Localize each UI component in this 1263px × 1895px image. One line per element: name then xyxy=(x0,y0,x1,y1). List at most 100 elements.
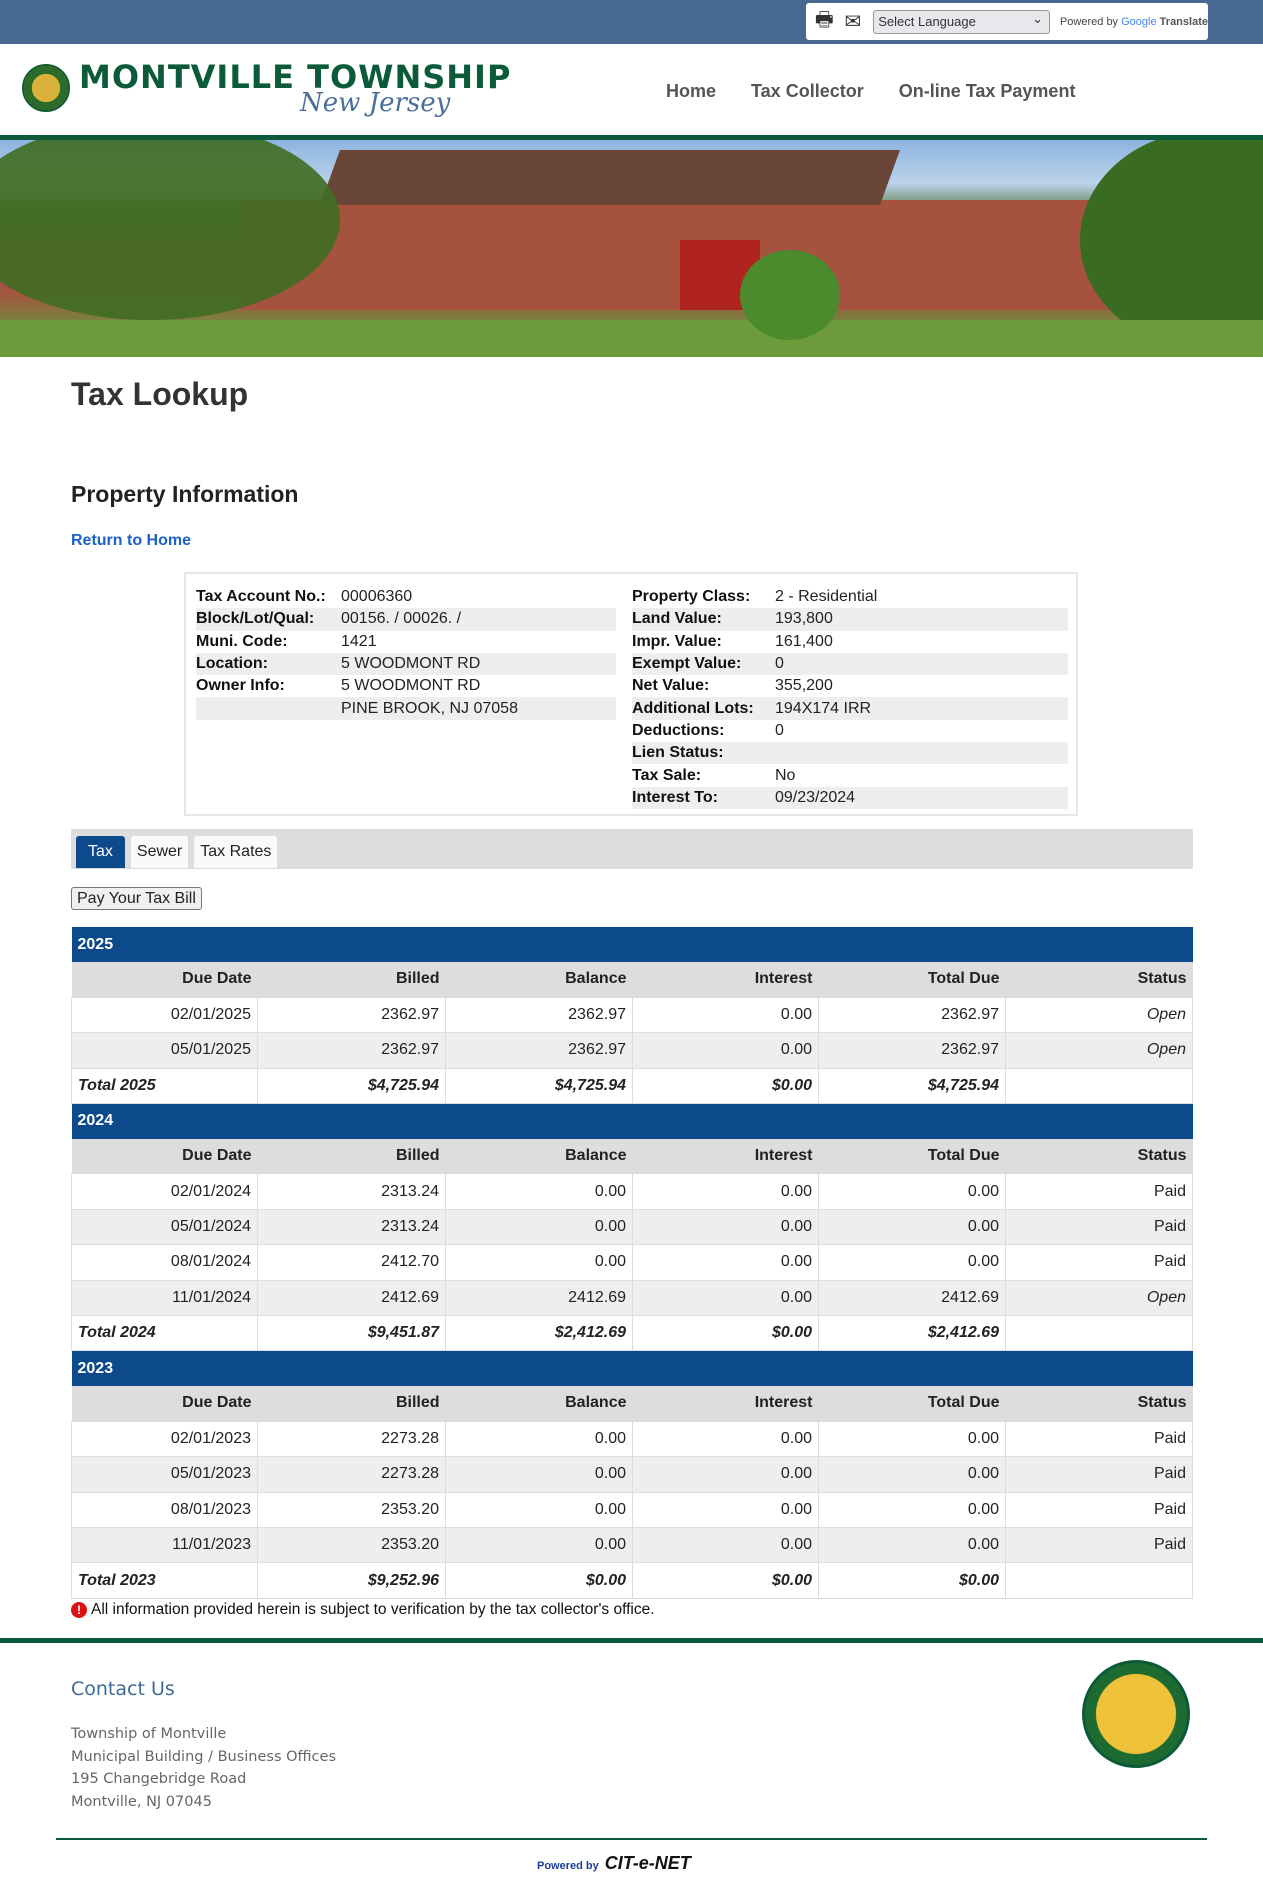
interest-cell: 0.00 xyxy=(632,1279,819,1317)
property-value: 1421 xyxy=(341,632,377,650)
total-cell: Total 2024 xyxy=(71,1315,258,1352)
total-cell: $0.00 xyxy=(445,1562,633,1599)
status-cell: Paid xyxy=(1005,1456,1193,1493)
status-cell: Paid xyxy=(1005,1420,1193,1458)
interest-cell: 0.00 xyxy=(632,1420,819,1458)
total-due-cell: 0.00 xyxy=(818,1173,1006,1210)
email-icon[interactable]: ✉ xyxy=(841,10,866,34)
citenet-logo: CIT-e-NET xyxy=(604,1853,691,1873)
total-due-cell: 0.00 xyxy=(818,1244,1006,1281)
total-cell xyxy=(1005,1315,1193,1352)
billed-cell: 2273.28 xyxy=(257,1420,446,1458)
interest-cell: 0.00 xyxy=(632,1244,819,1281)
property-label: Property Class: xyxy=(632,588,751,606)
return-to-home-link[interactable]: Return to Home xyxy=(71,532,191,550)
column-header: Balance xyxy=(445,1385,633,1422)
property-label: Interest To: xyxy=(632,788,718,806)
installment-row: 08/01/2023 2353.20 0.00 0.00 0.00 Paid xyxy=(71,1491,1193,1528)
powered-by-citenet[interactable]: Powered by CIT-e-NET xyxy=(537,1853,691,1874)
total-cell: $4,725.94 xyxy=(445,1067,633,1105)
billed-cell: 2273.28 xyxy=(257,1456,446,1493)
footer-rule xyxy=(56,1838,1207,1840)
township-seal-logo[interactable] xyxy=(22,64,70,112)
status-cell: Paid xyxy=(1005,1244,1193,1281)
property-value: No xyxy=(775,766,796,784)
due-date-cell: 08/01/2023 xyxy=(71,1491,258,1528)
interest-cell: 0.00 xyxy=(632,1526,819,1564)
disclaimer-text: All information provided herein is subje… xyxy=(91,1601,655,1618)
column-header: Status xyxy=(1005,1138,1193,1174)
billed-cell: 2353.20 xyxy=(257,1526,446,1564)
alert-icon: ! xyxy=(71,1602,87,1618)
total-cell: $0.00 xyxy=(632,1067,819,1105)
property-left-column: Tax Account No.: 00006360 Block/Lot/Qual: 0… xyxy=(196,586,616,720)
column-header: Billed xyxy=(257,1385,446,1422)
property-row: Owner Info: 5 WOODMONT RD xyxy=(196,675,616,697)
due-date-cell: 02/01/2024 xyxy=(71,1173,258,1210)
address-line: Municipal Building / Business Offices xyxy=(71,1748,337,1765)
property-row: Tax Account No.: 00006360 xyxy=(196,586,616,608)
status-cell: Paid xyxy=(1005,1526,1193,1564)
total-cell xyxy=(1005,1067,1193,1105)
main-nav: Home Tax Collector On-line Tax Payment xyxy=(666,81,1075,102)
column-header: Balance xyxy=(445,962,633,998)
installment-row: 05/01/2025 2362.97 2362.97 0.00 2362.97 Open xyxy=(71,1032,1193,1069)
pay-tax-bill-button[interactable]: Pay Your Tax Bill xyxy=(71,887,202,910)
property-right-column: Property Class: 2 - Residential Land Value… xyxy=(632,586,1068,809)
balance-cell: 0.00 xyxy=(445,1208,633,1246)
total-due-cell: 0.00 xyxy=(818,1526,1006,1564)
year-label: 2024 xyxy=(71,1103,1193,1139)
billed-cell: 2353.20 xyxy=(257,1491,446,1528)
total-cell: $0.00 xyxy=(632,1315,819,1352)
property-value: 09/23/2024 xyxy=(775,788,856,806)
property-value: 00006360 xyxy=(341,588,413,606)
property-row: Exempt Value: 0 xyxy=(632,652,1068,676)
column-header: Status xyxy=(1005,962,1193,998)
balance-cell: 2362.97 xyxy=(445,996,633,1034)
nav-online-tax-payment[interactable]: On-line Tax Payment xyxy=(899,81,1076,102)
property-label: Net Value: xyxy=(632,677,710,695)
print-icon[interactable]: 🖶 xyxy=(812,9,837,34)
property-label: Land Value: xyxy=(632,610,722,628)
google-logo: Google xyxy=(1121,15,1157,28)
balance-cell: 0.00 xyxy=(445,1244,633,1281)
year-label: 2025 xyxy=(71,927,1193,962)
property-info-box: Tax Account No.: 00006360 Block/Lot/Qual: 0… xyxy=(184,572,1078,816)
property-value: 2 - Residential xyxy=(775,588,878,606)
property-value: 0 xyxy=(775,655,784,673)
property-label: Lien Status: xyxy=(632,744,724,762)
building-roof xyxy=(319,150,901,205)
installment-row: 05/01/2023 2273.28 0.00 0.00 0.00 Paid xyxy=(71,1456,1193,1493)
balance-cell: 0.00 xyxy=(445,1491,633,1528)
top-bar: 🖶 ✉ Select Language Powered by Google Tr… xyxy=(0,0,1263,44)
installment-row: 11/01/2024 2412.69 2412.69 0.00 2412.69 Open xyxy=(71,1279,1193,1317)
column-header-row: Due Date Billed Balance Interest Total Due St… xyxy=(71,962,1193,998)
powered-by-label: Powered by xyxy=(537,1860,599,1872)
nav-tax-collector[interactable]: Tax Collector xyxy=(751,81,864,102)
column-header: Total Due xyxy=(818,1385,1006,1422)
column-header-row: Due Date Billed Balance Interest Total Due St… xyxy=(71,1385,1193,1422)
due-date-cell: 05/01/2024 xyxy=(71,1208,258,1246)
property-row: Property Class: 2 - Residential xyxy=(632,586,1068,608)
tab-bar: Tax Sewer Tax Rates xyxy=(71,829,1193,869)
interest-cell: 0.00 xyxy=(632,1456,819,1493)
interest-cell: 0.00 xyxy=(632,1491,819,1528)
tab-tax-rates[interactable]: Tax Rates xyxy=(194,836,278,868)
billed-cell: 2362.97 xyxy=(257,996,446,1034)
bush xyxy=(740,250,840,340)
billed-cell: 2313.24 xyxy=(257,1173,446,1210)
interest-cell: 0.00 xyxy=(632,996,819,1034)
tab-tax[interactable]: Tax xyxy=(76,836,125,868)
property-value: 5 WOODMONT RD xyxy=(341,677,481,695)
language-select[interactable]: Select Language xyxy=(873,9,1050,34)
tab-sewer[interactable]: Sewer xyxy=(130,836,189,868)
township-seal xyxy=(1082,1660,1190,1768)
property-value: PINE BROOK, NJ 07058 xyxy=(341,699,518,717)
installment-row: 11/01/2023 2353.20 0.00 0.00 0.00 Paid xyxy=(71,1526,1193,1564)
column-header: Due Date xyxy=(71,962,258,998)
status-cell: Open xyxy=(1005,996,1193,1034)
nav-home[interactable]: Home xyxy=(666,81,716,102)
property-row: Lien Status: xyxy=(632,742,1068,765)
total-row: Total 2024 $9,451.87 $2,412.69 $0.00 $2,412.… xyxy=(71,1315,1193,1352)
lawn xyxy=(0,320,1263,357)
